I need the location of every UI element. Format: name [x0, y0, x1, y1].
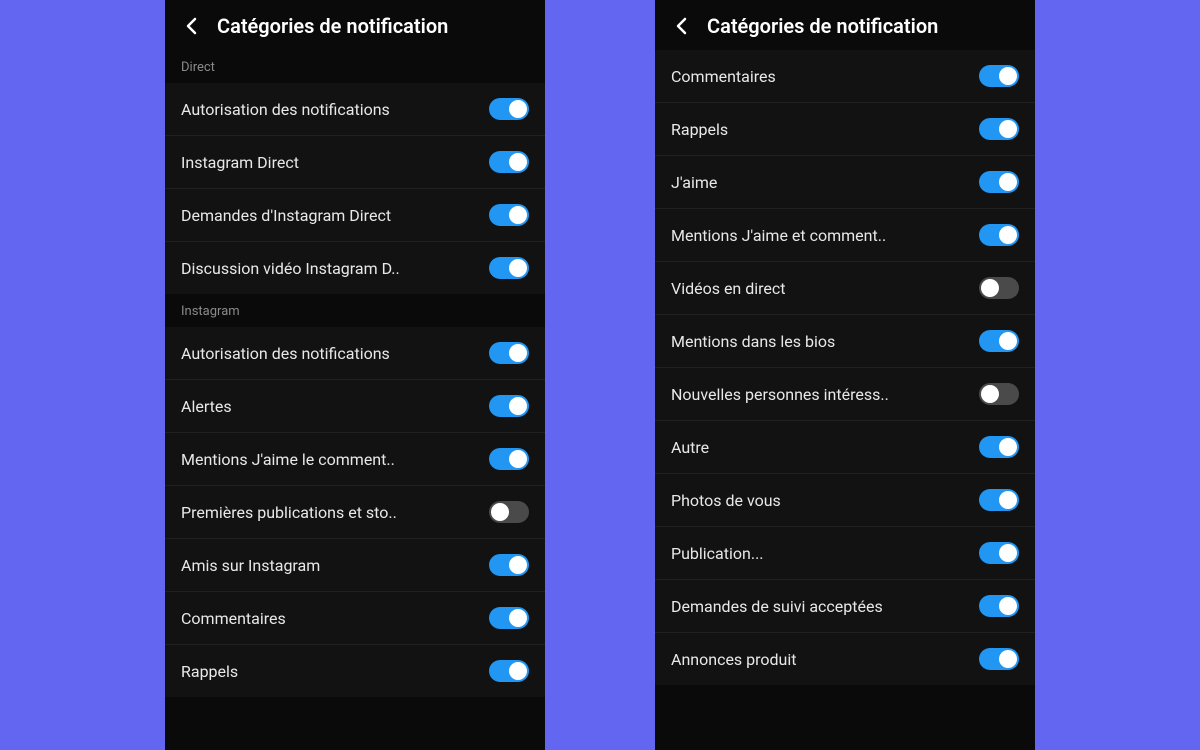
section-header-direct: Direct — [165, 50, 545, 83]
toggle-switch[interactable] — [489, 98, 529, 120]
list-item[interactable]: Vidéos en direct — [655, 262, 1035, 315]
toggle-switch[interactable] — [979, 171, 1019, 193]
item-label: Autorisation des notifications — [181, 100, 390, 119]
toggle-switch[interactable] — [489, 204, 529, 226]
toggle-switch[interactable] — [979, 595, 1019, 617]
list-item[interactable]: Autorisation des notifications — [165, 83, 545, 136]
list-item[interactable]: Commentaires — [165, 592, 545, 645]
toggle-switch[interactable] — [979, 330, 1019, 352]
list-item[interactable]: Mentions J'aime le comment.. — [165, 433, 545, 486]
list-item[interactable]: Alertes — [165, 380, 545, 433]
list-item[interactable]: Annonces produit — [655, 633, 1035, 685]
page-title: Catégories de notification — [707, 14, 938, 38]
item-label: Discussion vidéo Instagram D.. — [181, 259, 400, 278]
list-item[interactable]: Premières publications et sto.. — [165, 486, 545, 539]
section-header-instagram: Instagram — [165, 294, 545, 327]
list-item[interactable]: Discussion vidéo Instagram D.. — [165, 242, 545, 294]
item-label: Photos de vous — [671, 491, 781, 510]
toggle-switch[interactable] — [979, 383, 1019, 405]
list-item[interactable]: Mentions dans les bios — [655, 315, 1035, 368]
item-label: Vidéos en direct — [671, 279, 786, 298]
list-item[interactable]: Amis sur Instagram — [165, 539, 545, 592]
item-label: Instagram Direct — [181, 153, 299, 172]
toggle-switch[interactable] — [979, 277, 1019, 299]
list-item[interactable]: Instagram Direct — [165, 136, 545, 189]
toggle-switch[interactable] — [489, 554, 529, 576]
header: Catégories de notification — [165, 0, 545, 50]
item-label: J'aime — [671, 173, 717, 192]
list-item[interactable]: Demandes d'Instagram Direct — [165, 189, 545, 242]
item-label: Rappels — [181, 662, 238, 681]
item-label: Premières publications et sto.. — [181, 503, 397, 522]
list-item[interactable]: Rappels — [165, 645, 545, 697]
list-item[interactable]: Publication... — [655, 527, 1035, 580]
item-label: Mentions J'aime le comment.. — [181, 450, 395, 469]
toggle-switch[interactable] — [979, 224, 1019, 246]
list-item[interactable]: Photos de vous — [655, 474, 1035, 527]
item-label: Annonces produit — [671, 650, 797, 669]
toggle-switch[interactable] — [979, 65, 1019, 87]
list-item[interactable]: J'aime — [655, 156, 1035, 209]
toggle-switch[interactable] — [489, 395, 529, 417]
toggle-switch[interactable] — [489, 448, 529, 470]
toggle-switch[interactable] — [489, 342, 529, 364]
list-item[interactable]: Mentions J'aime et comment.. — [655, 209, 1035, 262]
toggle-switch[interactable] — [979, 489, 1019, 511]
item-label: Amis sur Instagram — [181, 556, 320, 575]
list-item[interactable]: Autre — [655, 421, 1035, 474]
item-label: Demandes de suivi acceptées — [671, 597, 883, 616]
list-item[interactable]: Rappels — [655, 103, 1035, 156]
item-label: Publication... — [671, 544, 764, 563]
phone-left: Catégories de notification Direct Autori… — [165, 0, 545, 750]
item-label: Commentaires — [671, 67, 776, 86]
back-icon[interactable] — [671, 16, 691, 36]
header: Catégories de notification — [655, 0, 1035, 50]
section-items: Commentaires Rappels J'aime Mentions J'a… — [655, 50, 1035, 685]
item-label: Mentions J'aime et comment.. — [671, 226, 886, 245]
toggle-switch[interactable] — [979, 436, 1019, 458]
list-item[interactable]: Commentaires — [655, 50, 1035, 103]
toggle-switch[interactable] — [489, 257, 529, 279]
item-label: Demandes d'Instagram Direct — [181, 206, 391, 225]
list-item[interactable]: Autorisation des notifications — [165, 327, 545, 380]
item-label: Autre — [671, 438, 709, 457]
list-item[interactable]: Demandes de suivi acceptées — [655, 580, 1035, 633]
toggle-switch[interactable] — [979, 118, 1019, 140]
back-icon[interactable] — [181, 16, 201, 36]
list-item[interactable]: Nouvelles personnes intéress.. — [655, 368, 1035, 421]
toggle-switch[interactable] — [489, 660, 529, 682]
page-title: Catégories de notification — [217, 14, 448, 38]
item-label: Mentions dans les bios — [671, 332, 835, 351]
item-label: Rappels — [671, 120, 728, 139]
toggle-switch[interactable] — [489, 607, 529, 629]
item-label: Autorisation des notifications — [181, 344, 390, 363]
item-label: Alertes — [181, 397, 232, 416]
toggle-switch[interactable] — [979, 542, 1019, 564]
section-items-direct: Autorisation des notifications Instagram… — [165, 83, 545, 294]
section-items-instagram: Autorisation des notifications Alertes M… — [165, 327, 545, 697]
item-label: Nouvelles personnes intéress.. — [671, 385, 889, 404]
toggle-switch[interactable] — [979, 648, 1019, 670]
phone-right: Catégories de notification Commentaires … — [655, 0, 1035, 750]
toggle-switch[interactable] — [489, 151, 529, 173]
item-label: Commentaires — [181, 609, 286, 628]
toggle-switch[interactable] — [489, 501, 529, 523]
